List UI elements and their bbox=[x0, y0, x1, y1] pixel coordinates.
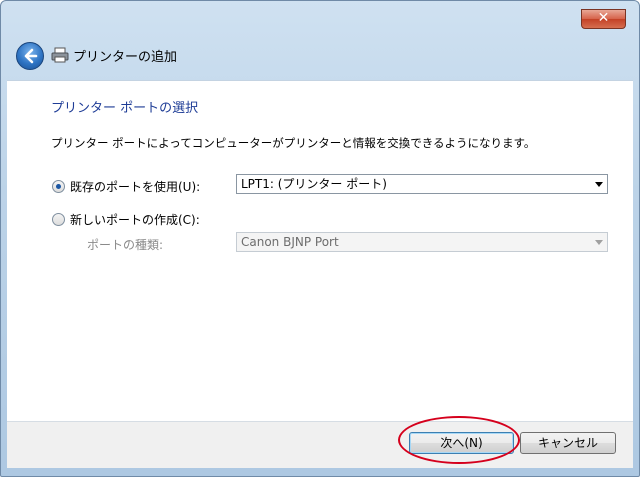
printer-icon bbox=[51, 47, 69, 63]
content-panel: プリンター ポートの選択 プリンター ポートによってコンピューターがプリンターと… bbox=[7, 80, 633, 421]
close-button[interactable]: ✕ bbox=[581, 9, 626, 29]
back-arrow-icon bbox=[24, 48, 38, 64]
section-description: プリンター ポートによってコンピューターがプリンターと情報を交換できるようになり… bbox=[51, 136, 536, 150]
existing-port-select[interactable]: LPT1: (プリンター ポート) bbox=[236, 174, 608, 194]
new-port-radio[interactable] bbox=[52, 213, 65, 226]
existing-port-label: 既存のポートを使用(U): bbox=[70, 180, 201, 194]
button-bar: 次へ(N) キャンセル bbox=[7, 421, 633, 468]
back-button[interactable] bbox=[16, 42, 44, 70]
dropdown-arrow-icon bbox=[595, 240, 603, 245]
new-port-option[interactable]: 新しいポートの作成(C): bbox=[52, 211, 200, 228]
window-title: プリンターの追加 bbox=[73, 50, 178, 65]
port-type-select: Canon BJNP Port bbox=[236, 232, 608, 252]
highlight-ellipse bbox=[398, 416, 520, 464]
dropdown-arrow-icon bbox=[595, 182, 603, 187]
cancel-button[interactable]: キャンセル bbox=[520, 432, 616, 454]
section-title: プリンター ポートの選択 bbox=[51, 101, 199, 116]
port-type-select-value: Canon BJNP Port bbox=[241, 235, 339, 249]
window-header: プリンターの追加 bbox=[7, 34, 633, 80]
port-type-label: ポートの種類: bbox=[87, 238, 164, 252]
existing-port-radio[interactable] bbox=[52, 180, 65, 193]
existing-port-select-value: LPT1: (プリンター ポート) bbox=[241, 177, 387, 191]
new-port-label: 新しいポートの作成(C): bbox=[70, 213, 200, 227]
existing-port-option[interactable]: 既存のポートを使用(U): bbox=[52, 178, 200, 195]
